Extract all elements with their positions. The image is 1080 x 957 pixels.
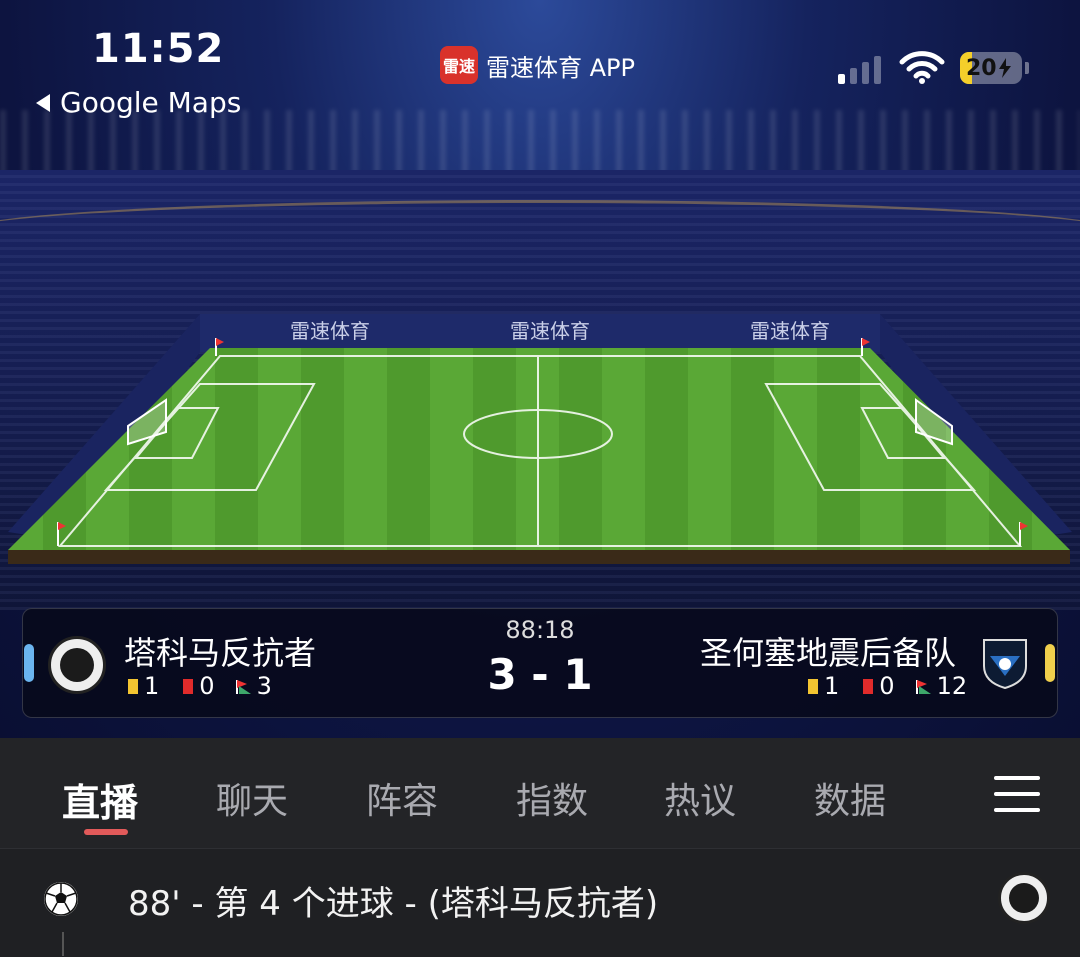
event-team-crest-icon [998, 872, 1050, 924]
status-time: 11:52 [92, 26, 225, 72]
charging-bolt-icon [998, 58, 1011, 78]
away-team-name[interactable]: 圣何塞地震后备队 [700, 628, 956, 674]
battery-level: 20 [966, 55, 997, 81]
home-yellow-count: 1 [144, 672, 160, 700]
active-tab-indicator [84, 829, 128, 835]
corner-kick-icon [915, 680, 931, 694]
tab-discussion[interactable]: 热议 [664, 772, 736, 824]
stand-ring [0, 200, 1080, 263]
app-logo-icon: 雷速 [440, 46, 478, 84]
ad-board-text-2: 雷速体育 [510, 319, 590, 343]
red-card-icon [183, 678, 194, 694]
back-arrow-icon [36, 93, 50, 112]
away-yellow-count: 1 [824, 672, 840, 700]
red-card-icon [863, 678, 874, 694]
home-team-stats: 1 0 3 [128, 672, 272, 700]
home-team-name[interactable]: 塔科马反抗者 [124, 628, 316, 674]
tab-live[interactable]: 直播 [62, 772, 138, 827]
event-text[interactable]: 88' - 第 4 个进球 - (塔科马反抗者) [128, 876, 658, 925]
battery-tip [1025, 62, 1029, 74]
battery-icon: 20 [960, 52, 1022, 84]
app-badge: 雷速 雷速体育 APP [440, 46, 635, 84]
away-red-count: 0 [879, 672, 895, 700]
yellow-card-icon [128, 678, 138, 694]
ad-board-text-3: 雷速体育 [750, 319, 830, 343]
tab-chat[interactable]: 聊天 [216, 772, 288, 824]
match-clock: 88:18 [505, 616, 575, 644]
app-name: 雷速体育 APP [486, 53, 635, 82]
tab-odds[interactable]: 指数 [516, 772, 588, 824]
tab-lineup[interactable]: 阵容 [366, 772, 438, 824]
home-side-marker [24, 644, 34, 682]
ad-board-text-1: 雷速体育 [290, 319, 370, 343]
pitch-edge [8, 550, 1070, 564]
away-team-crest-icon[interactable] [980, 636, 1030, 690]
match-score: 3 - 1 [487, 650, 593, 699]
away-side-marker [1045, 644, 1055, 682]
cellular-signal-icon [838, 54, 881, 84]
timeline-line [62, 932, 64, 956]
back-label: Google Maps [60, 86, 242, 119]
corner-kick-icon [235, 680, 251, 694]
away-corner-count: 12 [936, 672, 968, 700]
tab-stats[interactable]: 数据 [814, 772, 886, 824]
soccer-ball-icon [44, 882, 78, 916]
yellow-card-icon [808, 678, 818, 694]
home-team-crest-icon[interactable] [48, 636, 106, 694]
away-team-stats: 1 0 12 [808, 672, 967, 700]
back-to-app-link[interactable]: Google Maps [36, 86, 241, 119]
pitch-graphic: 雷速体育 雷速体育 雷速体育 [8, 314, 1072, 564]
menu-icon[interactable] [994, 776, 1040, 812]
home-red-count: 0 [199, 672, 215, 700]
wifi-icon [899, 51, 945, 84]
home-corner-count: 3 [256, 672, 272, 700]
